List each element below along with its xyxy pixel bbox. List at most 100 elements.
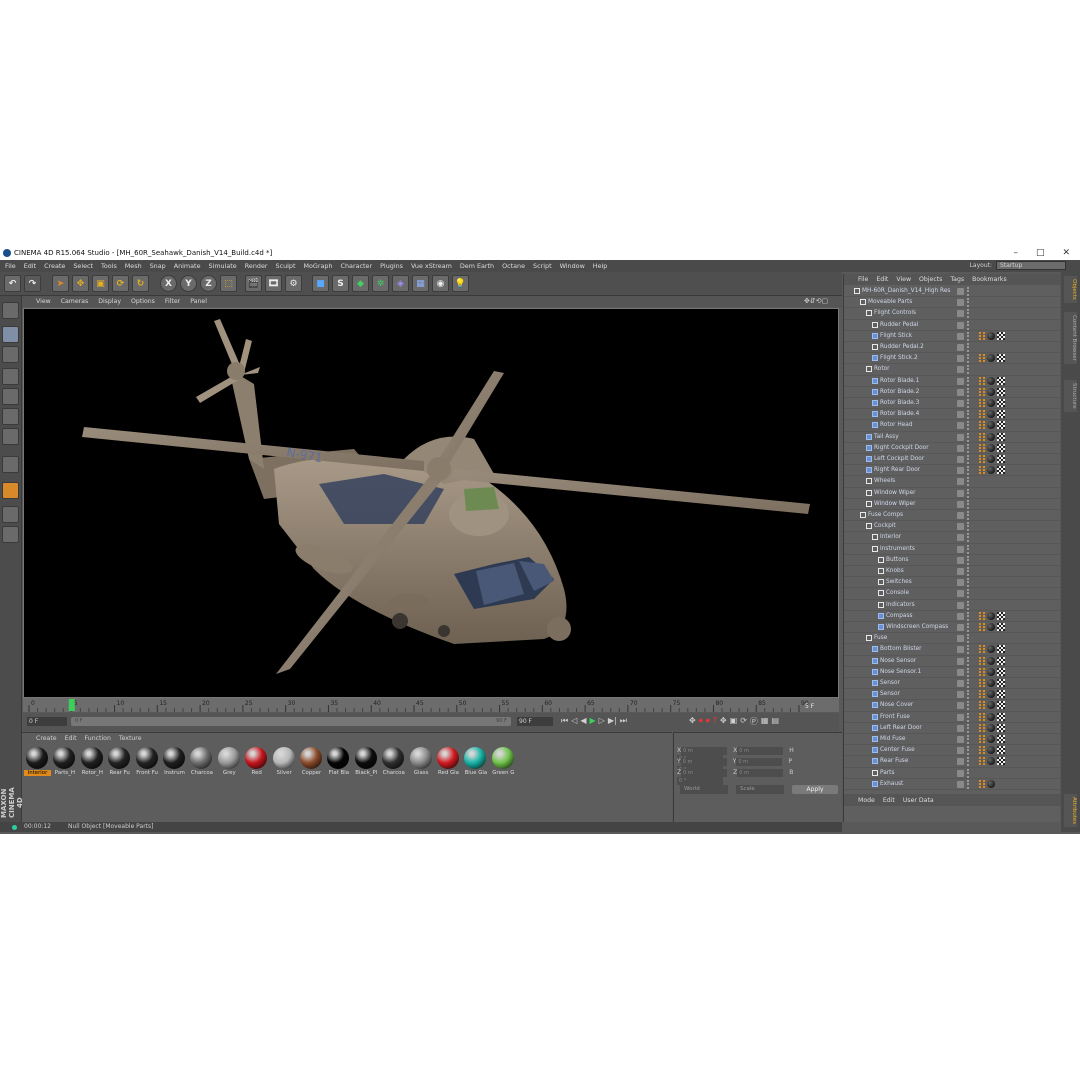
protection-tag-icon[interactable] (979, 746, 985, 755)
visibility-toggle-icon[interactable] (957, 612, 964, 620)
editor-render-dots-icon[interactable] (967, 712, 969, 722)
visibility-toggle-icon[interactable] (957, 635, 964, 643)
editor-render-dots-icon[interactable] (967, 421, 969, 431)
visibility-toggle-icon[interactable] (957, 691, 964, 699)
start-frame-field[interactable]: 0 F (27, 717, 67, 726)
object-tree-row[interactable]: Window Wiper (844, 499, 1061, 510)
visibility-toggle-icon[interactable] (957, 310, 964, 318)
protection-tag-icon[interactable] (979, 354, 985, 363)
editor-render-dots-icon[interactable] (967, 455, 969, 464)
rotate-tool-icon[interactable]: ⟳ (112, 275, 129, 292)
editor-render-dots-icon[interactable] (967, 611, 969, 621)
object-tree-row[interactable]: Flight Stick (844, 331, 1061, 342)
editor-render-dots-icon[interactable] (967, 757, 969, 767)
object-tree-row[interactable]: Rotor (844, 364, 1061, 376)
object-tree-row[interactable]: Bottom Blister (844, 644, 1061, 656)
material-swatch[interactable]: Red Gla (435, 747, 461, 781)
object-tree-row[interactable]: Nose Sensor.1 (844, 667, 1061, 678)
object-tree-row[interactable]: Cockpit (844, 521, 1061, 533)
protection-tag-icon[interactable] (979, 735, 985, 743)
coordinate-value-field[interactable]: 0 ° (677, 777, 723, 785)
tab-objects[interactable]: Objects (1064, 276, 1077, 303)
object-tree-row[interactable]: Rotor Blade.2 (844, 387, 1061, 398)
object-menu-view[interactable]: View (896, 276, 911, 283)
visibility-toggle-icon[interactable] (957, 433, 964, 441)
visibility-toggle-icon[interactable] (957, 489, 964, 497)
tweak-mode-icon[interactable] (2, 482, 19, 499)
protection-tag-icon[interactable] (979, 757, 985, 766)
object-tree-row[interactable]: Wheels (844, 476, 1061, 488)
object-tree-row[interactable]: Nose Sensor (844, 656, 1061, 667)
visibility-toggle-icon[interactable] (957, 680, 964, 687)
material-swatch[interactable]: Charcoa (188, 747, 214, 781)
enable-axis-icon[interactable] (2, 456, 19, 473)
tab-structure[interactable]: Structure (1064, 380, 1077, 412)
layout-dropdown[interactable]: Startup (996, 261, 1066, 270)
make-editable-icon[interactable] (2, 302, 19, 319)
render-view-icon[interactable]: 🎬 (245, 275, 262, 292)
coordinate-value-field[interactable]: 0 m (680, 758, 727, 766)
scale-dropdown[interactable]: Scale (736, 785, 784, 794)
maximize-button[interactable]: □ (1036, 246, 1045, 260)
object-tree-row[interactable]: Compass (844, 611, 1061, 622)
visibility-toggle-icon[interactable] (957, 400, 964, 407)
texture-tag-icon[interactable] (997, 679, 1005, 687)
attribute-menu-mode[interactable]: Mode (858, 797, 875, 804)
range-slider[interactable]: 0 F 90 F (71, 717, 511, 726)
material-tag-icon[interactable] (987, 387, 995, 396)
editor-render-dots-icon[interactable] (967, 287, 969, 296)
material-tag-icon[interactable] (987, 712, 995, 721)
visibility-toggle-icon[interactable] (957, 568, 964, 575)
editor-render-dots-icon[interactable] (967, 578, 969, 588)
visibility-toggle-icon[interactable] (957, 388, 964, 396)
render-settings-icon[interactable]: ⚙ (285, 275, 302, 292)
editor-render-dots-icon[interactable] (967, 600, 969, 610)
protection-tag-icon[interactable] (979, 466, 985, 475)
editor-render-dots-icon[interactable] (967, 623, 969, 632)
protection-tag-icon[interactable] (979, 712, 985, 721)
attribute-menu-edit[interactable]: Edit (883, 797, 895, 804)
current-frame-field[interactable]: 5 F (805, 703, 815, 710)
visibility-toggle-icon[interactable] (957, 736, 964, 743)
object-tree-row[interactable]: Rudder Pedal (844, 320, 1061, 331)
editor-render-dots-icon[interactable] (967, 690, 969, 700)
points-mode-icon[interactable] (2, 388, 19, 405)
protection-tag-icon[interactable] (979, 421, 985, 430)
editor-render-dots-icon[interactable] (967, 522, 969, 532)
rotation-key-icon[interactable]: ⟳ (740, 716, 747, 727)
material-tag-icon[interactable] (987, 746, 995, 755)
position-key-icon[interactable]: ✥ (720, 716, 727, 727)
texture-mode-icon[interactable] (2, 346, 19, 363)
visibility-toggle-icon[interactable] (957, 579, 964, 587)
next-frame-icon[interactable]: ▷ (599, 716, 605, 726)
texture-tag-icon[interactable] (997, 432, 1005, 441)
menu-animate[interactable]: Animate (174, 262, 201, 270)
material-tag-icon[interactable] (987, 331, 995, 340)
parameter-key-icon[interactable]: Ⓟ (750, 716, 758, 727)
object-tree-row[interactable]: Rotor Blade.4 (844, 409, 1061, 421)
menu-edit[interactable]: Edit (24, 262, 36, 270)
editor-render-dots-icon[interactable] (967, 701, 969, 711)
visibility-toggle-icon[interactable] (957, 332, 964, 340)
object-tree-row[interactable]: Left Rear Door (844, 723, 1061, 734)
texture-tag-icon[interactable] (997, 455, 1005, 463)
texture-tag-icon[interactable] (997, 376, 1005, 385)
material-tag-icon[interactable] (987, 779, 995, 788)
texture-tag-icon[interactable] (997, 656, 1005, 665)
editor-render-dots-icon[interactable] (967, 354, 969, 364)
move-key-icon[interactable]: ✥ (689, 716, 696, 727)
y-axis-button[interactable]: Y (180, 275, 197, 292)
object-tree-row[interactable]: Rudder Pedal.2 (844, 342, 1061, 354)
deformer-icon[interactable]: ◈ (392, 275, 409, 292)
material-tag-icon[interactable] (987, 432, 995, 441)
texture-tag-icon[interactable] (997, 387, 1005, 396)
protection-tag-icon[interactable] (979, 376, 985, 385)
object-tree-row[interactable]: Sensor (844, 689, 1061, 701)
material-swatch[interactable]: Instrum (161, 747, 187, 781)
record-keys-icon[interactable]: ⏺ (699, 716, 703, 727)
z-axis-button[interactable]: Z (200, 275, 217, 292)
object-tree-row[interactable]: Right Cockpit Door (844, 443, 1061, 454)
texture-tag-icon[interactable] (997, 354, 1005, 363)
protection-tag-icon[interactable] (979, 387, 985, 396)
visibility-toggle-icon[interactable] (957, 758, 964, 766)
